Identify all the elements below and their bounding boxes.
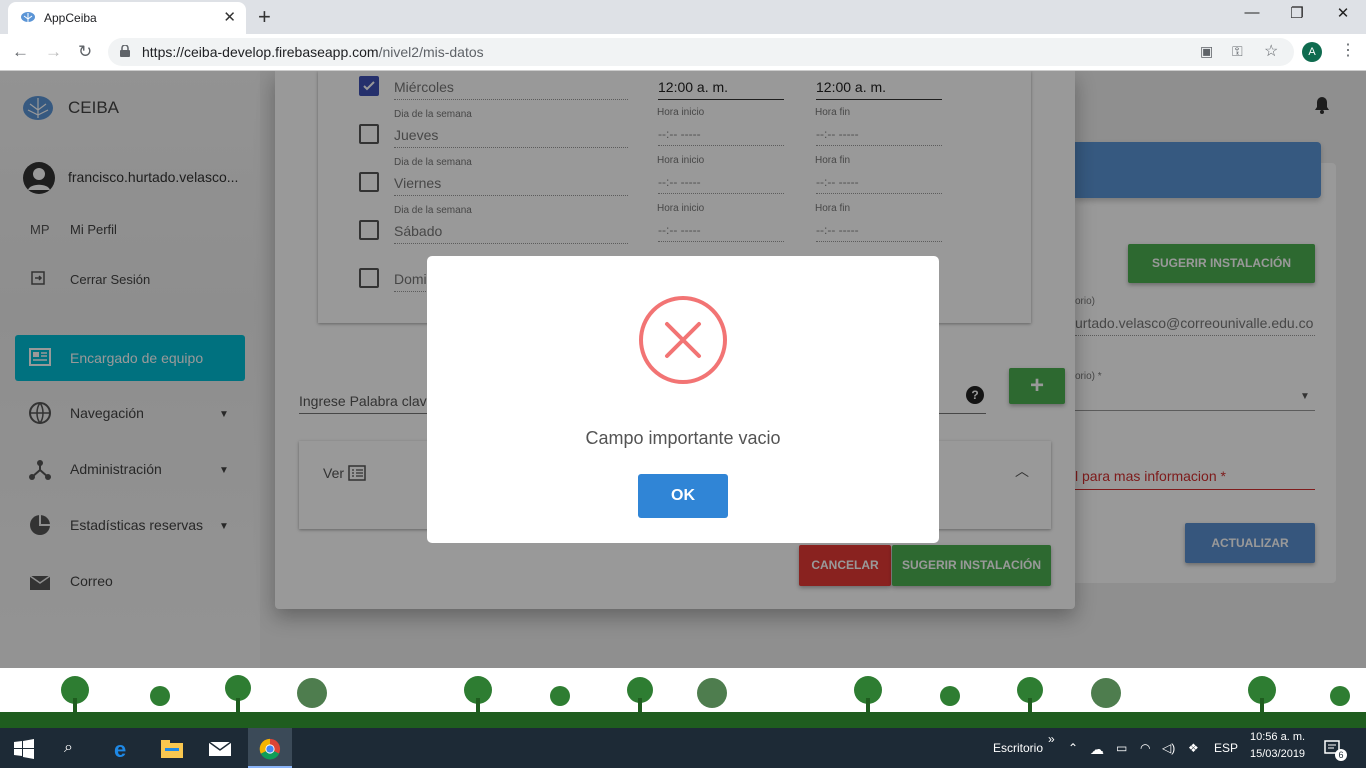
tab-title: AppCeiba: [44, 11, 97, 25]
url-text[interactable]: https://ceiba-develop.firebaseapp.com/ni…: [142, 44, 484, 60]
wifi-icon[interactable]: ◠: [1140, 741, 1150, 755]
lock-icon: [120, 45, 130, 57]
profile-avatar[interactable]: A: [1302, 42, 1322, 62]
browser-tab[interactable]: AppCeiba ✕: [8, 2, 246, 34]
error-alert: Campo importante vacio OK: [427, 256, 939, 543]
toolbar-chevron[interactable]: »: [1048, 732, 1055, 746]
volume-icon[interactable]: ◁): [1162, 741, 1175, 755]
alert-message: Campo importante vacio: [585, 428, 781, 448]
notification-count-badge: 6: [1335, 749, 1347, 761]
clock-time[interactable]: 10:56 a. m.: [1250, 731, 1305, 743]
star-icon[interactable]: ☆: [1264, 41, 1278, 61]
error-x-icon: [639, 296, 727, 384]
page-viewport: CEIBA francisco.hurtado.velasco... MP Mi…: [0, 71, 1366, 668]
ok-button[interactable]: OK: [638, 474, 728, 518]
desktop-toolbar-label[interactable]: Escritorio: [993, 741, 1043, 755]
back-icon[interactable]: ←: [12, 42, 29, 62]
new-tab-button[interactable]: +: [258, 4, 271, 30]
forward-icon[interactable]: →: [45, 42, 62, 62]
ceiba-tree-icon: [21, 12, 35, 23]
mail-app-icon[interactable]: [208, 738, 232, 760]
restore-button[interactable]: ❐: [1277, 4, 1317, 22]
windows-start-icon[interactable]: [14, 739, 34, 759]
chrome-icon: [259, 738, 281, 760]
minimize-button[interactable]: —: [1232, 4, 1272, 21]
translate-icon[interactable]: ▣: [1200, 43, 1213, 60]
search-icon[interactable]: ⌕: [64, 739, 73, 757]
window-close-button[interactable]: ✕: [1323, 4, 1363, 22]
forest-illustration: [0, 675, 1366, 728]
url-host: https://ceiba-develop.firebaseapp.com: [142, 44, 379, 60]
menu-kebab-icon[interactable]: ⋮: [1340, 40, 1356, 60]
clock-date[interactable]: 15/03/2019: [1250, 748, 1305, 760]
onedrive-icon[interactable]: ☁: [1090, 741, 1104, 758]
language-indicator[interactable]: ESP: [1214, 741, 1238, 755]
tray-expand-icon[interactable]: ⌃: [1068, 741, 1078, 755]
url-path: /nivel2/mis-datos: [378, 44, 484, 60]
svg-text:e: e: [114, 738, 126, 760]
key-icon[interactable]: ⚿: [1232, 43, 1243, 60]
reload-icon[interactable]: ↻: [78, 42, 92, 62]
file-explorer-icon[interactable]: [160, 738, 184, 760]
forest-banner: [0, 668, 1366, 728]
edge-icon[interactable]: e: [112, 738, 136, 760]
battery-icon[interactable]: ▭: [1116, 741, 1127, 755]
tab-close-icon[interactable]: ✕: [223, 8, 236, 26]
dropbox-icon[interactable]: ❖: [1188, 741, 1199, 755]
